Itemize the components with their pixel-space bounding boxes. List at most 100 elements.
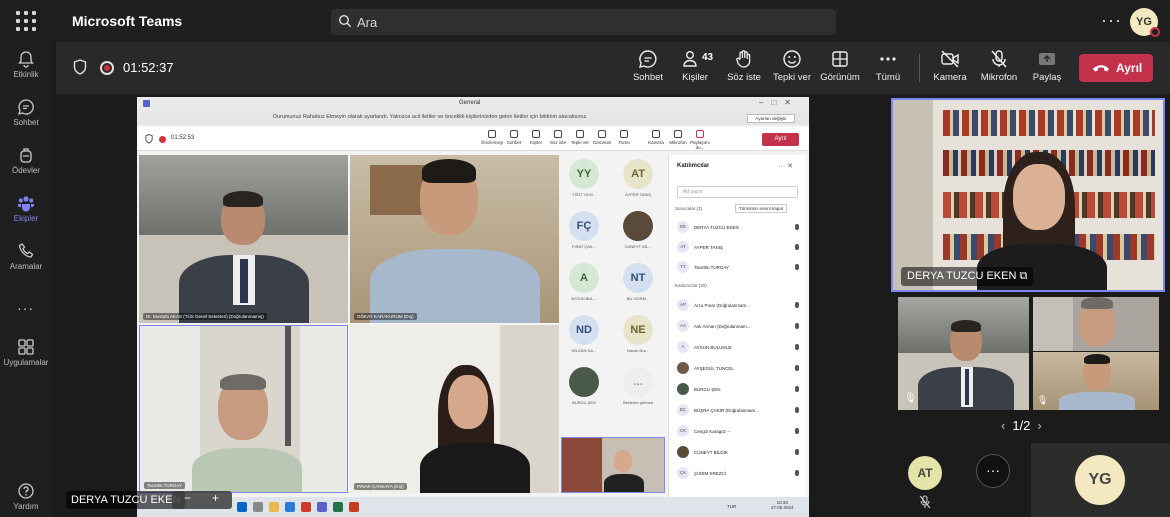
person-hair xyxy=(951,320,981,332)
more-options-icon[interactable]: ··· xyxy=(1101,10,1122,31)
self-video-tile: YG xyxy=(1031,443,1170,517)
camera-button[interactable]: Kamera xyxy=(927,49,973,83)
raise-hand-button[interactable]: Söz iste xyxy=(721,49,767,83)
shared-leave-button: Ayrıl xyxy=(762,133,799,146)
person-shirt xyxy=(1059,392,1135,410)
react-label: Tepki ver xyxy=(772,72,811,83)
more-participants-button[interactable]: ··· xyxy=(976,454,1010,488)
recording-icon xyxy=(159,136,166,143)
status-dnd-icon xyxy=(1150,27,1160,37)
react-button[interactable]: Tepki ver xyxy=(769,49,815,83)
ellipsis-icon xyxy=(880,57,896,61)
taskbar-clock: 10:33 27.05.2024 xyxy=(771,500,794,510)
dnd-banner-text: Durumunuz Rahatsız Etmeyin olarak ayarla… xyxy=(273,114,588,120)
shared-tool: Tepki ver xyxy=(569,130,591,150)
participant-row: AYŞEGÜL TUNCEL xyxy=(677,362,799,375)
tile-caption: GÖKAY KARAKURUM (Dış) xyxy=(354,313,417,320)
panel-title: Katılımcılar xyxy=(677,163,710,169)
more-button[interactable]: Tümü xyxy=(865,49,911,83)
participant-row: CÜNEYT BİLDİK xyxy=(677,446,799,459)
excel-icon xyxy=(333,502,343,512)
active-speaker-tile[interactable]: DERYA TUZCU EKEN ⧉ xyxy=(891,98,1165,292)
rail-item-apps[interactable]: Uygulamalar xyxy=(0,338,52,367)
participant-row: AA Aslı Arman (Doğrulanmam... xyxy=(677,320,799,333)
video-tile-mustafa[interactable]: 🎙 xyxy=(898,297,1029,410)
rail-item-chat[interactable]: Sohbet xyxy=(0,98,52,127)
people-label: Kişiler xyxy=(682,72,708,83)
shield-icon[interactable] xyxy=(73,59,87,75)
more-label: Tümü xyxy=(875,72,901,83)
language-indicator: TUR xyxy=(727,504,737,509)
chat-button[interactable]: Sohbet xyxy=(625,49,671,83)
search-placeholder: Ara xyxy=(357,15,378,30)
self-initials: YG xyxy=(1088,471,1112,488)
video-tile: GÖKAY KARAKURUM (Dış) xyxy=(350,155,559,323)
video-tile: Tacettin TURGAY xyxy=(139,325,348,493)
rail-item-activity[interactable]: Etkinlik xyxy=(0,50,52,79)
shared-tool-row: Önizlemeyi Sohbet Kişiler Söz iste Tepki… xyxy=(481,130,711,150)
participant-row: DE DERYA TUZCU EKEN xyxy=(677,221,799,234)
camera-off-icon xyxy=(941,50,959,68)
view-label: Görünüm xyxy=(820,72,860,83)
person-hair xyxy=(223,191,263,207)
panel-search: Ad yazın xyxy=(677,186,798,198)
rail-item-help[interactable]: Yardım xyxy=(0,482,52,511)
clock-date: 27.05.2024 xyxy=(771,505,794,510)
participant-row: ÇK ÇİSEM KREZCİ xyxy=(677,467,799,480)
video-tile-tacettin[interactable] xyxy=(1033,297,1159,351)
rail-label: Etkinlik xyxy=(13,70,39,79)
mic-button[interactable]: Mikrofon xyxy=(976,49,1022,83)
pole xyxy=(285,326,291,446)
share-indicator-icon: ⧉ xyxy=(1019,270,1028,282)
grid-participant: NE Nazan Nur... xyxy=(612,311,664,361)
chrome-icon xyxy=(301,502,311,512)
grid-participant: A AYSUN BUL... xyxy=(558,259,610,309)
page-indicator: 1/2 xyxy=(1012,418,1031,433)
view-button[interactable]: Görünüm xyxy=(817,49,863,83)
mic-off-icon: 🎙 xyxy=(904,393,917,404)
rail-label: Ödevler xyxy=(11,166,40,175)
rail-item-assignments[interactable]: Ödevler xyxy=(0,146,52,175)
leave-button[interactable]: Ayrıl xyxy=(1079,54,1153,82)
window-controls: –□✕ xyxy=(759,98,799,107)
speaker-name-tag: DERYA TUZCU EKEN ⧉ xyxy=(901,267,1034,286)
rail-item-calls[interactable]: Aramalar xyxy=(0,242,52,271)
person-tie xyxy=(965,369,969,405)
leave-label: Ayrıl xyxy=(1116,61,1143,75)
mic-off-icon: 🎙 xyxy=(1037,395,1049,405)
grid-participant: AT AYPER TANIŞ xyxy=(612,155,664,205)
self-avatar: YG xyxy=(1075,455,1125,505)
presenters-header: Sunucular (3) xyxy=(675,206,703,211)
next-page-icon[interactable]: › xyxy=(1037,418,1041,433)
share-button[interactable]: Paylaş xyxy=(1024,49,1070,83)
grid-view-icon xyxy=(832,51,848,67)
people-button[interactable]: 43 Kişiler xyxy=(672,49,718,83)
meeting-toolbar: 01:52:37 Sohbet 43 Kişiler Söz iste Tepk… xyxy=(56,42,1170,94)
video-tile-gokay[interactable]: 🎙 xyxy=(1033,352,1159,410)
title-bar: Microsoft Teams Ara ··· YG xyxy=(0,0,1170,42)
wall-background xyxy=(1033,297,1073,351)
meeting-timer: 01:52:37 xyxy=(123,60,174,75)
hand-icon xyxy=(736,50,751,68)
shield-icon xyxy=(145,134,153,144)
participant-count: 43 xyxy=(702,52,714,63)
person-tie xyxy=(240,259,248,303)
attendee-avatar[interactable]: AT xyxy=(908,456,942,490)
user-avatar[interactable]: YG xyxy=(1130,8,1160,37)
app-launcher-icon[interactable] xyxy=(16,11,36,31)
tile-caption: PINAR ÇANKAYA (Dış) xyxy=(354,483,407,490)
zoom-in-button[interactable]: + xyxy=(212,491,219,505)
rail-label: Uygulamalar xyxy=(3,358,49,367)
person-head xyxy=(614,450,632,472)
shared-tool: Sohbet xyxy=(503,130,525,150)
more-participants-label: ··· xyxy=(986,462,1000,478)
camera-label: Kamera xyxy=(933,72,967,83)
prev-page-icon[interactable]: ‹ xyxy=(1001,418,1005,433)
rail-item-teams[interactable]: Ekipler xyxy=(0,194,52,223)
person-hair xyxy=(1081,297,1113,309)
zoom-out-button[interactable]: − xyxy=(184,491,191,505)
more-apps-icon[interactable]: ··· xyxy=(17,300,34,316)
search-input[interactable]: Ara xyxy=(331,9,836,35)
shared-screen[interactable]: General –□✕ Durumunuz Rahatsız Etmeyin o… xyxy=(137,97,809,517)
help-icon xyxy=(18,483,34,499)
